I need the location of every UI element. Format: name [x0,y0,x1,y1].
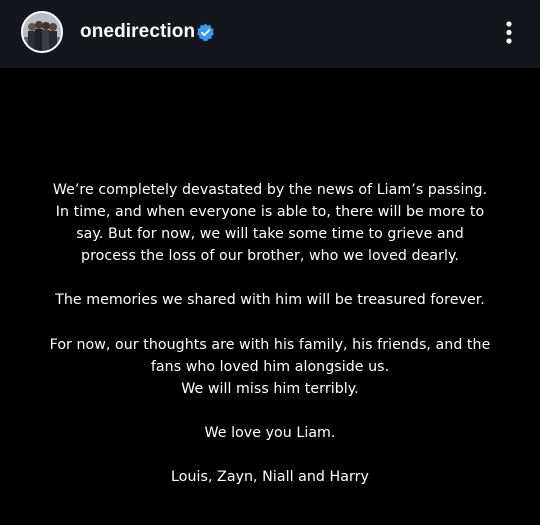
account-username[interactable]: onedirection [80,20,195,44]
post-header: onedirection [0,0,540,68]
more-options-icon[interactable] [496,18,522,48]
statement-signature: Louis, Zayn, Niall and Harry [171,469,369,485]
statement-line: We will miss him terribly. [181,381,359,397]
avatar-photo-icon [23,13,61,51]
statement-line: In time, and when everyone is able to, t… [55,204,485,220]
statement-line: The memories we shared with him will be … [55,292,485,308]
statement-line: fans who loved him alongside us. [150,359,390,375]
statement-line: We love you Liam. [204,425,336,441]
statement-line: We’re completely devastated by the news … [52,182,488,198]
post-image[interactable]: We’re completely devastated by the news … [0,68,540,525]
statement-line: process the loss of our brother, who we … [81,248,459,264]
profile-avatar[interactable] [21,11,63,53]
statement-line: For now, our thoughts are with his famil… [49,337,491,353]
statement-line: say. But for now, we will take some time… [76,226,464,242]
verified-badge-icon [197,23,214,42]
